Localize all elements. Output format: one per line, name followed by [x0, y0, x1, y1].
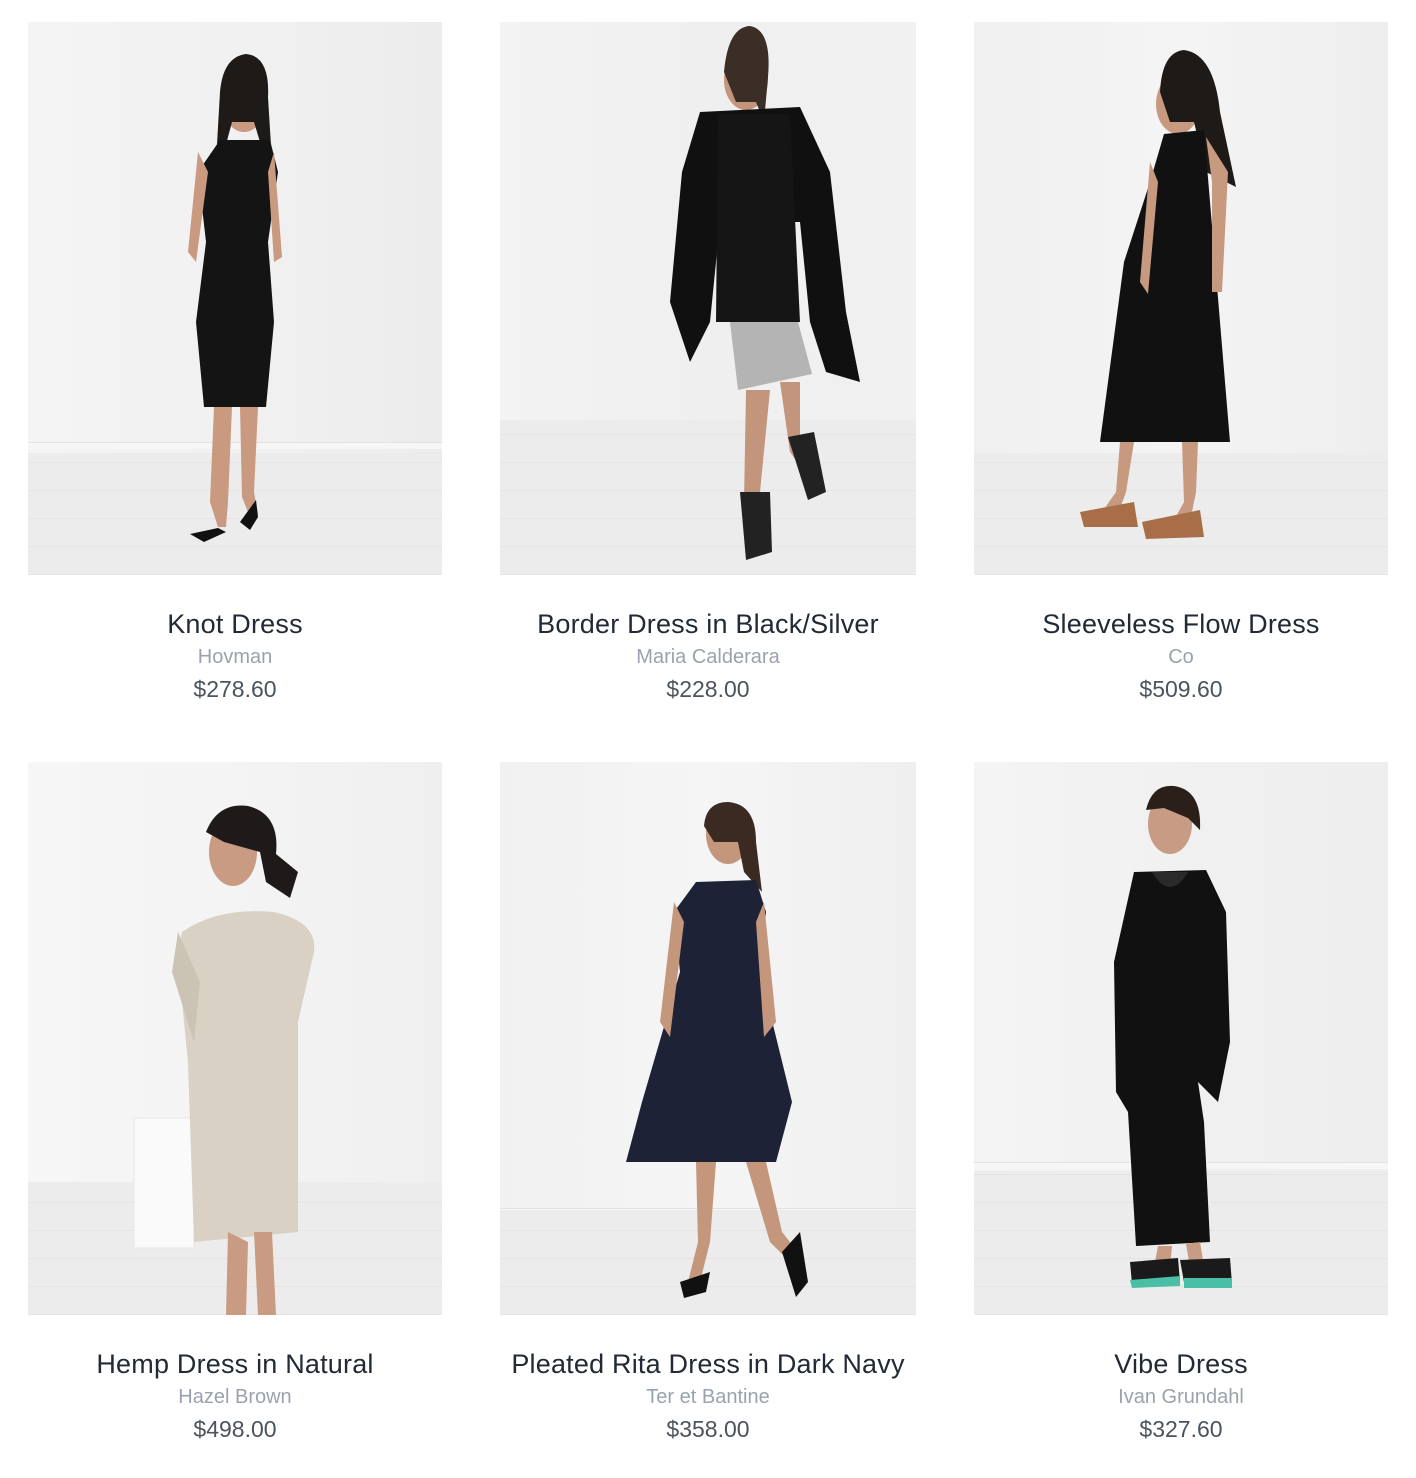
product-title[interactable]: Pleated Rita Dress in Dark Navy [500, 1347, 916, 1381]
product-title[interactable]: Knot Dress [28, 607, 442, 641]
product-image[interactable] [974, 22, 1388, 575]
product-card[interactable]: Hemp Dress in Natural Hazel Brown $498.0… [28, 762, 442, 1445]
product-brand[interactable]: Hazel Brown [28, 1383, 442, 1411]
product-title[interactable]: Hemp Dress in Natural [28, 1347, 442, 1381]
product-grid: Knot Dress Hovman $278.60 Border Dress i… [0, 0, 1416, 1478]
product-card[interactable]: Sleeveless Flow Dress Co $509.60 [974, 22, 1388, 705]
product-card[interactable]: Vibe Dress Ivan Grundahl $327.60 [974, 762, 1388, 1445]
product-brand[interactable]: Ter et Bantine [500, 1383, 916, 1411]
product-title[interactable]: Vibe Dress [974, 1347, 1388, 1381]
product-image[interactable] [500, 22, 916, 575]
product-card[interactable]: Border Dress in Black/Silver Maria Calde… [500, 22, 916, 705]
product-card[interactable]: Knot Dress Hovman $278.60 [28, 22, 442, 705]
product-price: $509.60 [1139, 676, 1223, 702]
product-price: $358.00 [666, 1416, 750, 1442]
product-brand[interactable]: Maria Calderara [500, 643, 916, 671]
product-image[interactable] [500, 762, 916, 1315]
product-brand[interactable]: Hovman [28, 643, 442, 671]
product-image[interactable] [28, 22, 442, 575]
product-price: $278.60 [193, 676, 277, 702]
product-image[interactable] [974, 762, 1388, 1315]
product-title[interactable]: Border Dress in Black/Silver [500, 607, 916, 641]
product-price: $228.00 [666, 676, 750, 702]
product-card[interactable]: Pleated Rita Dress in Dark Navy Ter et B… [500, 762, 916, 1445]
product-image[interactable] [28, 762, 442, 1315]
product-price: $327.60 [1139, 1416, 1223, 1442]
product-title[interactable]: Sleeveless Flow Dress [974, 607, 1388, 641]
product-brand[interactable]: Ivan Grundahl [974, 1383, 1388, 1411]
product-price: $498.00 [193, 1416, 277, 1442]
product-brand[interactable]: Co [974, 643, 1388, 671]
